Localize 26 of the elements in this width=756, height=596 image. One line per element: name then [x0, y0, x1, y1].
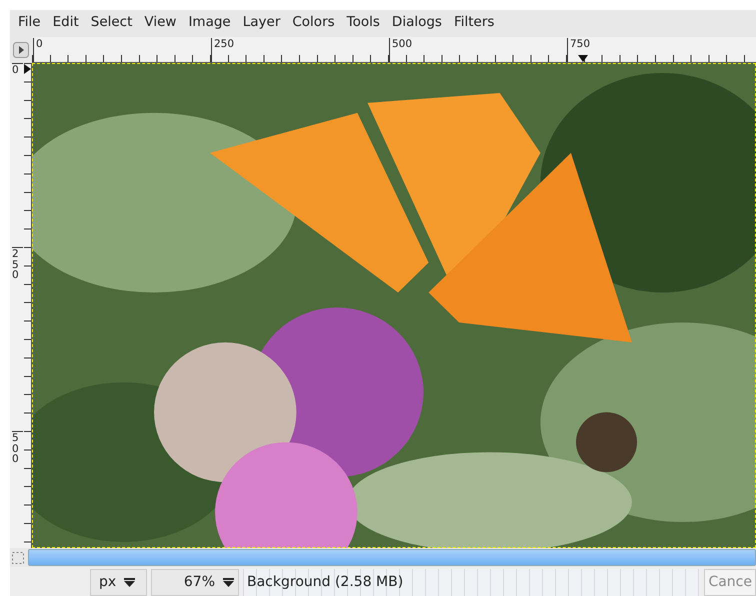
- menu-item[interactable]: Select: [84, 16, 138, 30]
- ruler-label: 0: [12, 63, 22, 76]
- menu-item[interactable]: Colors: [286, 16, 341, 30]
- menu-item[interactable]: Layer: [236, 16, 286, 30]
- menu-item[interactable]: Image: [182, 16, 237, 30]
- ruler-label: 250: [211, 38, 234, 62]
- navigate-icon[interactable]: [13, 42, 29, 58]
- menu-item[interactable]: View: [138, 16, 182, 30]
- dropdown-arrow-icon: [124, 578, 136, 587]
- dropdown-arrow-icon: [223, 578, 234, 587]
- ruler-label: 500: [12, 431, 22, 464]
- ruler-label: 0: [33, 38, 43, 62]
- unit-dropdown[interactable]: px: [90, 569, 147, 596]
- quick-mask-icon[interactable]: [10, 550, 26, 566]
- ruler-label: 250: [12, 247, 22, 280]
- ruler-label: 500: [389, 38, 412, 62]
- status-message: Background (2.58 MB): [243, 569, 700, 596]
- menu-item[interactable]: Filters: [448, 16, 500, 30]
- menu-item[interactable]: File: [12, 16, 47, 30]
- pointer-marker-icon: [578, 55, 588, 62]
- zoom-dropdown[interactable]: 67%: [151, 569, 239, 596]
- menu-item[interactable]: Edit: [46, 16, 85, 30]
- horizontal-scrollbar[interactable]: [28, 549, 756, 566]
- menu-item[interactable]: Tools: [340, 16, 386, 30]
- menu-item[interactable]: Dialogs: [386, 16, 448, 30]
- pointer-marker-icon: [24, 64, 31, 74]
